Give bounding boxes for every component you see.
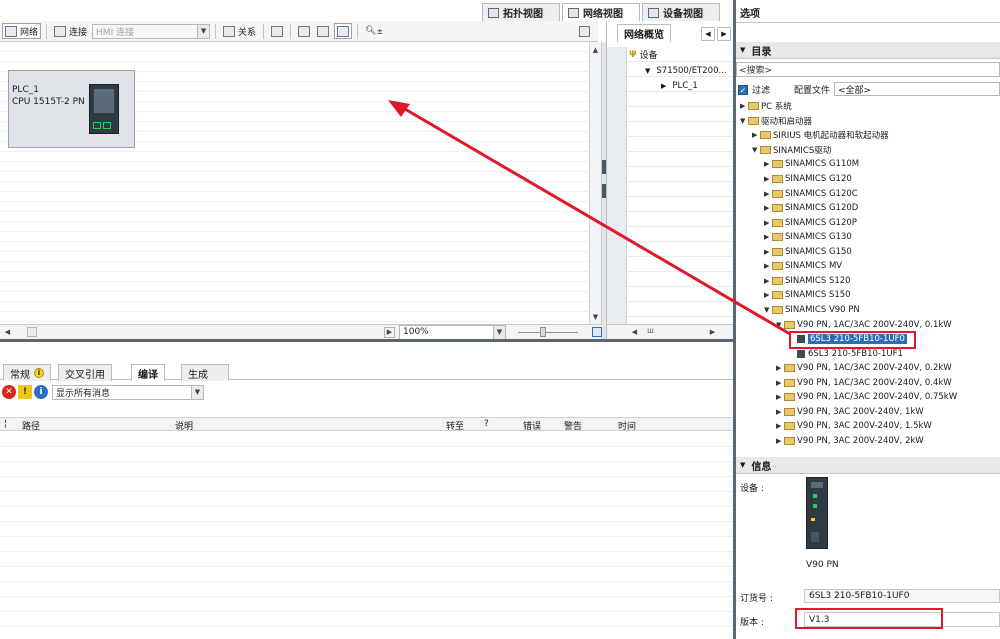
annotation-arrow xyxy=(388,100,791,336)
arrow-line xyxy=(397,103,791,336)
arrow-head xyxy=(388,100,410,117)
